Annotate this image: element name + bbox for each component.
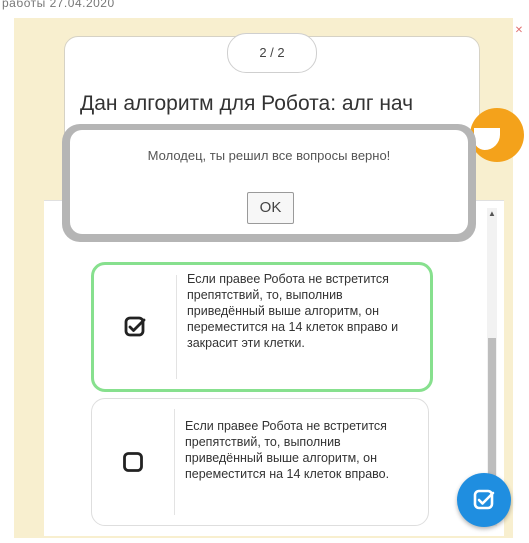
- page-caption: работы 27.04.2020: [2, 0, 115, 10]
- scroll-up-arrow-icon[interactable]: ▲: [487, 208, 497, 220]
- submit-check-button[interactable]: [457, 473, 511, 527]
- scroll-thumb[interactable]: [488, 338, 496, 488]
- question-counter: 2 / 2: [227, 33, 317, 73]
- answer-option-text: Если правее Робота не встретится препятс…: [187, 272, 399, 350]
- option-divider: [174, 409, 175, 515]
- smiley-emoji-icon: [470, 108, 524, 162]
- ok-button[interactable]: OK: [247, 192, 294, 224]
- close-x-icon[interactable]: ✕: [512, 25, 526, 37]
- checkbox-icon: [473, 489, 495, 510]
- answer-option-1[interactable]: Если правее Робота не встретится препятс…: [91, 262, 433, 392]
- result-dialog: Молодец, ты решил все вопросы верно! OK: [70, 130, 468, 234]
- answer-option-text: Если правее Робота не встретится препятс…: [185, 419, 390, 481]
- answer-option-2[interactable]: Если правее Робота не встретится препятс…: [91, 398, 429, 526]
- checkbox-checked-icon[interactable]: [124, 316, 146, 338]
- option-divider: [176, 275, 177, 379]
- checkbox-empty-icon[interactable]: [122, 451, 144, 473]
- question-text: Дан алгоритм для Робота: алг нач: [80, 92, 414, 115]
- dialog-message: Молодец, ты решил все вопросы верно!: [147, 148, 391, 163]
